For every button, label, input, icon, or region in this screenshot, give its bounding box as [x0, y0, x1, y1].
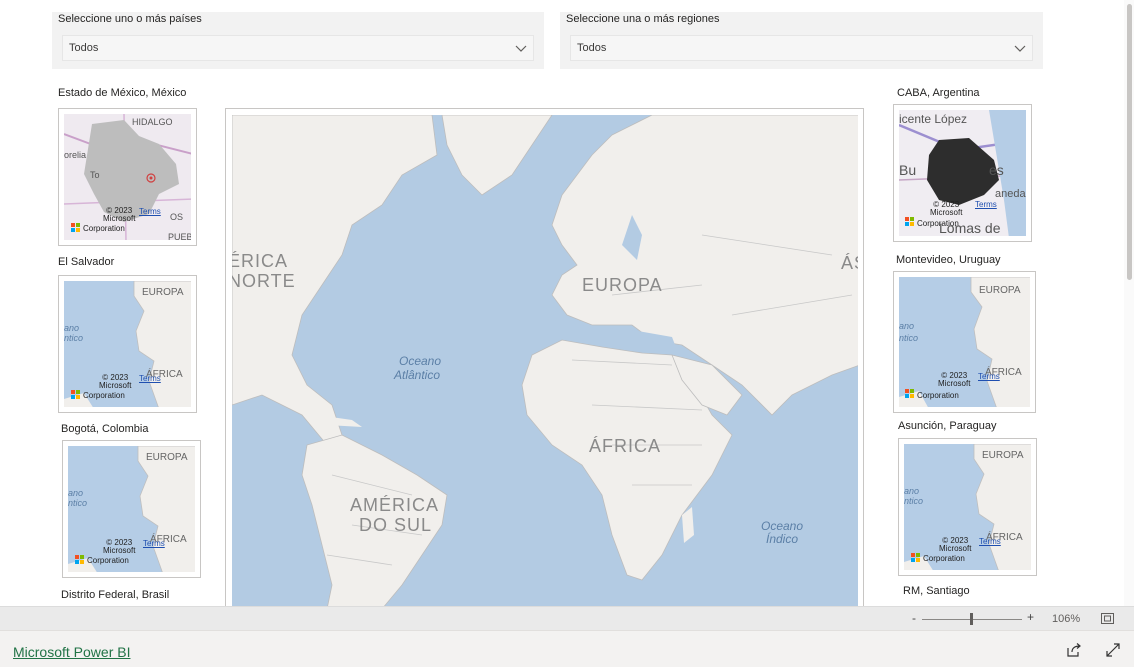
chevron-down-icon [1014, 45, 1026, 52]
map-label: PUEB [168, 232, 191, 240]
map-caba[interactable]: icente López Bu es aneda Lomas de © 2023… [893, 104, 1032, 242]
world-map: ÉRICA NORTE EUROPA ÁS ÁFRICA AMÉRICA DO … [232, 115, 858, 607]
map-terms-link[interactable]: Terms [975, 200, 997, 209]
visual-title-caba: CABA, Argentina [897, 87, 980, 99]
microsoft-logo-icon [71, 390, 80, 399]
map-estado-mexico[interactable]: HIDALGO orelia To OS PUEB © 2023 Microsof… [58, 108, 197, 246]
map-label: ntico [904, 496, 924, 506]
zoom-out-button[interactable]: - [912, 611, 916, 625]
map-label: EUROPA [146, 452, 188, 463]
map-label: ntico [64, 333, 84, 343]
microsoft-logo-icon [905, 389, 914, 398]
map-label: aneda [995, 188, 1026, 200]
visual-title-el-salvador: El Salvador [58, 256, 115, 268]
map-corporation: Corporation [83, 224, 125, 233]
region-dropdown[interactable]: Todos [570, 35, 1033, 61]
zoom-percentage: 106% [1052, 613, 1081, 625]
map-label: ano [64, 323, 80, 333]
zoom-bar: - + 106% [0, 606, 1134, 630]
map-copyright: © 2023 Microsoft [99, 373, 132, 390]
map-label-asia: ÁS [841, 253, 858, 273]
map-bogota[interactable]: EUROPA ano ntico ÁFRICA © 2023 Microsoft … [62, 440, 201, 578]
microsoft-logo-icon [911, 553, 920, 562]
region-dropdown-value: Todos [577, 42, 607, 54]
map-label: OS [170, 212, 184, 222]
map-label: ntico [899, 333, 919, 343]
map-label: To [90, 170, 100, 180]
map-label-africa: ÁFRICA [589, 436, 661, 456]
country-slicer-title: Seleccione uno o más países [58, 13, 202, 25]
scrollbar-thumb[interactable] [1127, 4, 1132, 280]
map-label: HIDALGO [132, 117, 173, 127]
map-label-indian-1: Oceano [761, 519, 803, 533]
chevron-down-icon [515, 45, 527, 52]
footer-bar: Microsoft Power BI [0, 630, 1134, 667]
map-copyright: © 2023 Microsoft [930, 200, 963, 217]
map-label: EUROPA [979, 285, 1021, 296]
map-terms-link[interactable]: Terms [139, 207, 161, 216]
map-label: ano [904, 486, 920, 496]
map-label-europe: EUROPA [582, 275, 663, 295]
country-dropdown[interactable]: Todos [62, 35, 534, 61]
map-copyright: © 2023 Microsoft [103, 206, 136, 223]
map-asuncion[interactable]: EUROPA ano ntico ÁFRICA © 2023 Microsoft … [898, 438, 1037, 576]
visual-title-montevideo: Montevideo, Uruguay [896, 254, 1001, 266]
map-corporation: Corporation [83, 391, 125, 400]
map-terms-link[interactable]: Terms [143, 539, 165, 548]
zoom-slider-handle[interactable] [970, 613, 973, 625]
visual-title-rm-santiago: RM, Santiago [903, 585, 970, 597]
visual-title-asuncion: Asunción, Paraguay [898, 420, 997, 432]
map-label: icente López [899, 112, 968, 126]
map-label-atlantic-1: Oceano [399, 354, 441, 368]
fit-to-page-icon[interactable] [1101, 613, 1114, 624]
country-dropdown-value: Todos [69, 42, 99, 54]
country-slicer: Seleccione uno o más países Todos [52, 12, 544, 69]
map-copyright: © 2023 Microsoft [103, 538, 136, 555]
map-terms-link[interactable]: Terms [139, 374, 161, 383]
map-label-indian-2: Índico [766, 531, 798, 546]
main-map-canvas: ÉRICA NORTE EUROPA ÁS ÁFRICA AMÉRICA DO … [232, 115, 858, 607]
page-scrollbar[interactable] [1124, 0, 1134, 606]
map-canvas: icente López Bu es aneda Lomas de [899, 110, 1026, 236]
map-terms-link[interactable]: Terms [978, 372, 1000, 381]
visual-title-distrito-federal: Distrito Federal, Brasil [61, 589, 170, 601]
microsoft-logo-icon [75, 555, 84, 564]
map-copyright: © 2023 Microsoft [939, 536, 972, 553]
map-terms-link[interactable]: Terms [979, 537, 1001, 546]
power-bi-link[interactable]: Microsoft Power BI [13, 644, 130, 660]
map-label-north-america-1: ÉRICA [232, 251, 288, 271]
share-icon[interactable] [1067, 643, 1081, 657]
map-corporation: Corporation [917, 219, 959, 228]
map-label-atlantic-2: Atlântico [393, 368, 440, 382]
region-slicer-title: Seleccione una o más regiones [566, 13, 720, 25]
zoom-in-button[interactable]: + [1027, 610, 1034, 624]
microsoft-logo-icon [71, 223, 80, 232]
visual-title-bogota: Bogotá, Colombia [61, 423, 149, 435]
region-slicer: Seleccione una o más regiones Todos [560, 12, 1043, 69]
map-label: ano [899, 321, 915, 331]
microsoft-logo-icon [905, 217, 914, 226]
map-corporation: Corporation [923, 554, 965, 563]
visual-title-estado-mexico: Estado de México, México [58, 87, 187, 99]
map-corporation: Corporation [917, 391, 959, 400]
map-corporation: Corporation [87, 556, 129, 565]
main-map[interactable]: ÉRICA NORTE EUROPA ÁS ÁFRICA AMÉRICA DO … [225, 108, 864, 608]
map-label: EUROPA [142, 287, 184, 298]
map-label: ntico [68, 498, 88, 508]
map-label: orelia [64, 150, 87, 160]
map-label: ano [68, 488, 84, 498]
map-el-salvador[interactable]: EUROPA ano ntico ÁFRICA © 2023 Microsoft … [58, 275, 197, 413]
map-label-south-america-2: DO SUL [359, 515, 432, 535]
map-label-south-america-1: AMÉRICA [350, 495, 439, 515]
map-montevideo[interactable]: EUROPA ano ntico ÁFRICA © 2023 Microsoft … [893, 271, 1036, 413]
map-copyright: © 2023 Microsoft [938, 371, 971, 388]
map-label: EUROPA [982, 450, 1024, 461]
map-label: Bu [899, 162, 917, 178]
map-label-north-america-2: NORTE [232, 271, 296, 291]
map-label: es [989, 162, 1004, 178]
fullscreen-icon[interactable] [1106, 643, 1120, 657]
